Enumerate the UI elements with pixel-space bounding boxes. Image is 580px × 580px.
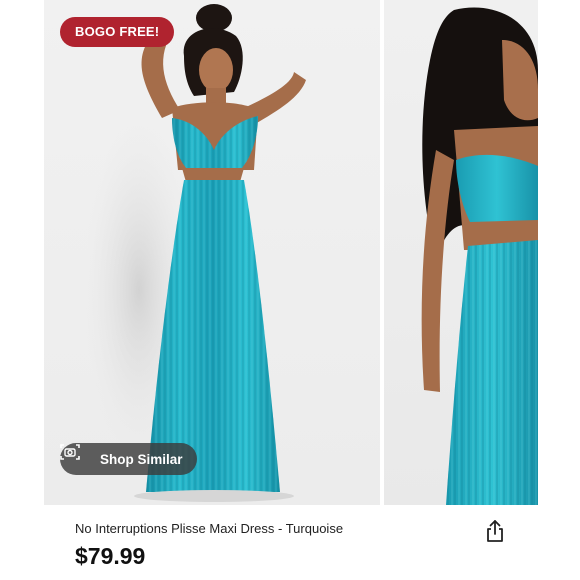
- product-photo-closeup[interactable]: [384, 0, 538, 505]
- camera-search-icon: [60, 444, 92, 468]
- product-price: $79.99: [75, 543, 146, 569]
- product-listing-screen: BOGO FREE! Shop Similar No Interruptions…: [0, 0, 580, 580]
- bogo-badge: BOGO FREE!: [60, 17, 175, 47]
- face: [199, 48, 233, 92]
- model-front-illustration: [84, 4, 306, 502]
- midriff-cutout: [182, 168, 244, 182]
- skirt-pleats: [446, 240, 538, 505]
- shop-similar-label: Shop Similar: [100, 451, 183, 467]
- product-photo-front[interactable]: BOGO FREE! Shop Similar: [44, 0, 380, 505]
- dress-bodice: [456, 154, 538, 222]
- floor-shadow: [134, 490, 294, 502]
- product-title: No Interruptions Plisse Maxi Dress - Tur…: [75, 521, 344, 536]
- right-margin: [538, 0, 580, 580]
- shop-similar-button[interactable]: Shop Similar: [60, 443, 197, 475]
- hair-bun: [196, 4, 232, 32]
- model-closeup-illustration: [421, 7, 538, 505]
- share-icon[interactable]: [484, 519, 506, 543]
- product-image-carousel[interactable]: BOGO FREE! Shop Similar: [44, 0, 538, 505]
- product-info-panel: No Interruptions Plisse Maxi Dress - Tur…: [44, 505, 538, 580]
- left-margin: [0, 0, 44, 580]
